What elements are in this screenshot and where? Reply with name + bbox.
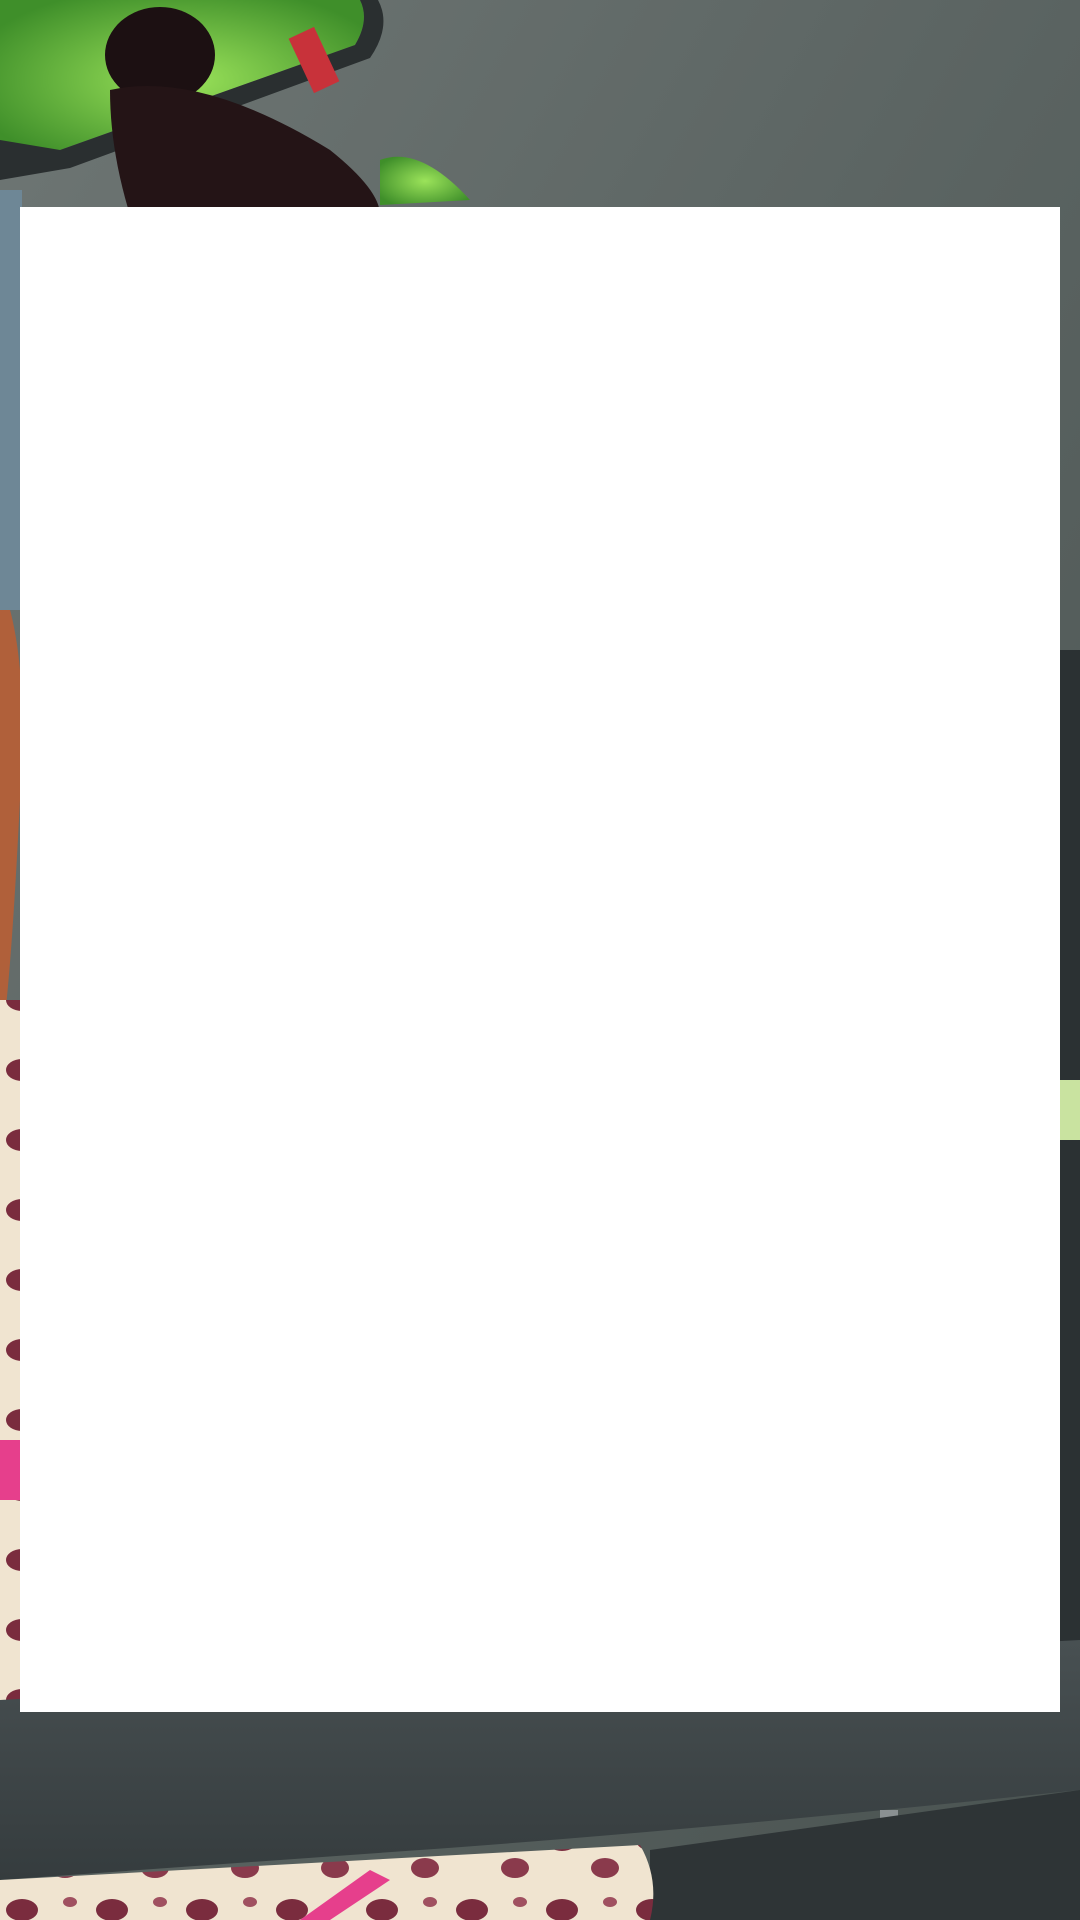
right-door-panel bbox=[1060, 650, 1080, 1750]
left-strip-blue bbox=[0, 190, 22, 610]
strap-pink-left bbox=[0, 1440, 22, 1500]
leopard-shirt-left bbox=[0, 1000, 22, 1700]
right-door-glint bbox=[1060, 1080, 1080, 1140]
blank-content-panel bbox=[20, 207, 1060, 1712]
camera-viewport bbox=[0, 0, 1080, 1920]
